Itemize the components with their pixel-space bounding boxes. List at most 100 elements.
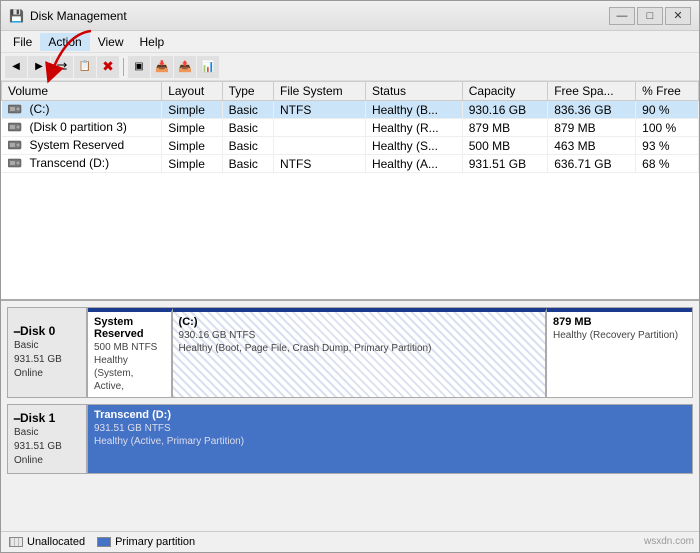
disk-label: ⎯Disk 0 Basic 931.51 GB Online — [8, 308, 88, 397]
table-cell: 90 % — [636, 101, 699, 119]
table-cell: Basic — [222, 119, 273, 137]
partition[interactable]: Transcend (D:) 931.51 GB NTFS Healthy (A… — [88, 405, 692, 473]
window-icon: 💾 — [9, 9, 24, 23]
table-cell: NTFS — [274, 101, 366, 119]
menu-help[interactable]: Help — [132, 33, 173, 51]
table-cell: 636.71 GB — [548, 155, 636, 173]
table-cell: 930.16 GB — [462, 101, 547, 119]
partition[interactable]: System Reserved 500 MB NTFS Healthy (Sys… — [88, 308, 173, 397]
minimize-button[interactable]: — — [609, 7, 635, 25]
partition-name: 879 MB — [553, 316, 686, 328]
col-layout[interactable]: Layout — [162, 82, 222, 101]
table-row[interactable]: (C:)SimpleBasicNTFSHealthy (B...930.16 G… — [2, 101, 699, 119]
watermark: wsxdn.com — [644, 536, 694, 547]
legend-unallocated-label: Unallocated — [27, 536, 85, 548]
close-button[interactable]: ✕ — [665, 7, 691, 25]
partition-name: (C:) — [179, 316, 539, 328]
drive-icon: (Disk 0 partition 3) — [8, 120, 127, 134]
legend: Unallocated Primary partition — [1, 531, 699, 552]
table-cell: (Disk 0 partition 3) — [2, 119, 162, 137]
menu-action[interactable]: Action — [40, 33, 89, 51]
import-button[interactable]: 📥 — [151, 56, 173, 78]
partition[interactable]: 879 MB Healthy (Recovery Partition) — [547, 308, 692, 397]
view-button[interactable]: ▣ — [128, 56, 150, 78]
content-area: Volume Layout Type File System Status Ca… — [1, 81, 699, 552]
col-type[interactable]: Type — [222, 82, 273, 101]
col-filesystem[interactable]: File System — [274, 82, 366, 101]
partition-detail2: Healthy (Boot, Page File, Crash Dump, Pr… — [179, 342, 539, 355]
table-cell: Healthy (R... — [365, 119, 462, 137]
table-cell: Basic — [222, 155, 273, 173]
table-row[interactable]: System ReservedSimpleBasicHealthy (S...5… — [2, 137, 699, 155]
table-cell: 68 % — [636, 155, 699, 173]
table-row[interactable]: (Disk 0 partition 3) SimpleBasic Healthy (… — [2, 119, 699, 137]
delete-button[interactable]: ✖ — [97, 56, 119, 78]
maximize-button[interactable]: □ — [637, 7, 663, 25]
legend-unallocated-box — [9, 537, 23, 547]
table-cell — [274, 137, 366, 155]
refresh-button[interactable]: ⇄ — [51, 56, 73, 78]
legend-primary-box — [97, 537, 111, 547]
table-cell: Simple — [162, 137, 222, 155]
legend-unallocated: Unallocated — [9, 536, 85, 548]
disk-status: Online — [14, 367, 80, 381]
table-cell: Basic — [222, 101, 273, 119]
table-cell: 100 % — [636, 119, 699, 137]
disk-partitions: System Reserved 500 MB NTFS Healthy (Sys… — [88, 308, 692, 397]
col-pct[interactable]: % Free — [636, 82, 699, 101]
disk-type: Basic — [14, 339, 80, 353]
window-title: Disk Management — [30, 9, 127, 23]
col-status[interactable]: Status — [365, 82, 462, 101]
col-volume[interactable]: Volume — [2, 82, 162, 101]
drive-icon: System Reserved — [8, 138, 125, 152]
title-bar: 💾 Disk Management — □ ✕ — [1, 1, 699, 31]
properties-button[interactable]: 📋 — [74, 56, 96, 78]
table-row[interactable]: Transcend (D:)SimpleBasicNTFSHealthy (A.… — [2, 155, 699, 173]
disk-size: 931.51 GB — [14, 353, 80, 367]
disk-type: Basic — [14, 426, 80, 440]
forward-button[interactable]: ▶ — [28, 56, 50, 78]
table-cell: Simple — [162, 119, 222, 137]
legend-primary-label: Primary partition — [115, 536, 195, 548]
disk-name: ⎯Disk 1 — [14, 411, 80, 426]
partition-detail1: Healthy (Recovery Partition) — [553, 329, 686, 342]
menu-view[interactable]: View — [90, 33, 132, 51]
partition-name: System Reserved — [94, 316, 165, 340]
export-button[interactable]: 📤 — [174, 56, 196, 78]
partition-detail2: Healthy (System, Active, — [94, 354, 165, 393]
disk-status: Online — [14, 454, 80, 468]
disk-name: ⎯Disk 0 — [14, 324, 80, 339]
back-button[interactable]: ◀ — [5, 56, 27, 78]
partition-detail1: 930.16 GB NTFS — [179, 329, 539, 342]
table-cell: NTFS — [274, 155, 366, 173]
disk-table-section[interactable]: Volume Layout Type File System Status Ca… — [1, 81, 699, 301]
table-cell: System Reserved — [2, 137, 162, 155]
partition-detail2: Healthy (Active, Primary Partition) — [94, 435, 686, 448]
table-cell: 500 MB — [462, 137, 547, 155]
disk-partitions: Transcend (D:) 931.51 GB NTFS Healthy (A… — [88, 405, 692, 473]
table-cell — [274, 119, 366, 137]
table-cell: 836.36 GB — [548, 101, 636, 119]
window: 💾 Disk Management — □ ✕ File Action View… — [0, 0, 700, 553]
partition-detail1: 931.51 GB NTFS — [94, 422, 686, 435]
table-cell: 463 MB — [548, 137, 636, 155]
chart-button[interactable]: 📊 — [197, 56, 219, 78]
partition[interactable]: (C:) 930.16 GB NTFS Healthy (Boot, Page … — [173, 308, 547, 397]
toolbar-sep1 — [123, 58, 124, 76]
table-cell: (C:) — [2, 101, 162, 119]
toolbar: ◀ ▶ ⇄ 📋 ✖ ▣ 📥 📤 📊 — [1, 53, 699, 81]
col-free[interactable]: Free Spa... — [548, 82, 636, 101]
drive-icon: Transcend (D:) — [8, 156, 110, 170]
disk-map-section: ⎯Disk 0 Basic 931.51 GB OnlineSystem Res… — [1, 301, 699, 531]
col-capacity[interactable]: Capacity — [462, 82, 547, 101]
menu-bar: File Action View Help — [1, 31, 699, 53]
legend-primary: Primary partition — [97, 536, 195, 548]
table-cell: Simple — [162, 101, 222, 119]
partition-name: Transcend (D:) — [94, 409, 686, 421]
table-cell: Healthy (A... — [365, 155, 462, 173]
menu-file[interactable]: File — [5, 33, 40, 51]
table-cell: 93 % — [636, 137, 699, 155]
disk-label: ⎯Disk 1 Basic 931.51 GB Online — [8, 405, 88, 473]
drive-icon: (C:) — [8, 102, 50, 116]
disk-table: Volume Layout Type File System Status Ca… — [1, 81, 699, 173]
